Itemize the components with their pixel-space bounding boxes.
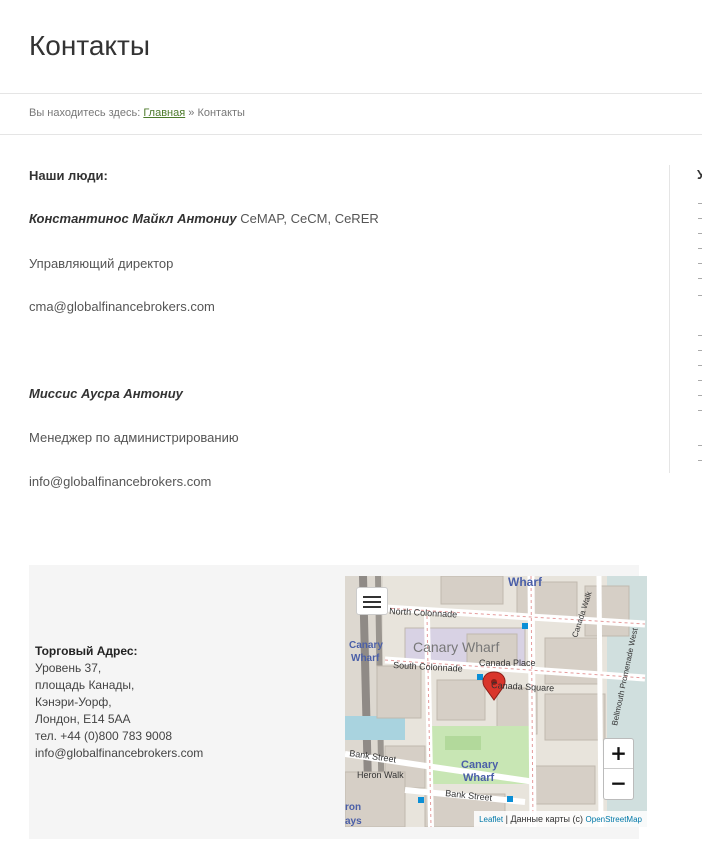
breadcrumb: Вы находитесь здесь: Главная » Контакты <box>0 94 702 135</box>
map-label: Wharf <box>351 653 380 664</box>
map-zoom-control: + − <box>603 738 634 800</box>
person1-name-line: Константинос Майкл Антониу CeMAP, CeCM, … <box>29 211 379 226</box>
openstreetmap-link[interactable]: OpenStreetMap <box>586 815 642 824</box>
address-email[interactable]: info@globalfinancebrokers.com <box>35 745 203 762</box>
breadcrumb-inner: Вы находитесь здесь: Главная » Контакты <box>29 107 245 119</box>
person1-credentials: CeMAP, CeCM, CeRER <box>240 211 379 226</box>
map-label: Canary <box>461 759 499 771</box>
person1-name: Константинос Майкл Антониу <box>29 211 237 226</box>
breadcrumb-separator: » <box>188 107 195 119</box>
menu-icon <box>363 606 381 608</box>
sidebar-list-marker <box>698 445 702 446</box>
menu-icon <box>363 596 381 598</box>
address-line: площадь Канады, <box>35 678 135 692</box>
map-label: Wharf <box>463 772 495 784</box>
map-label: ays <box>345 816 362 827</box>
address-title: Торговый Адрес: <box>35 644 138 658</box>
map-label: Canary Wharf <box>413 639 499 655</box>
sidebar-list-marker <box>698 365 702 366</box>
person2-name: Миссис Аусра Антониу <box>29 386 183 401</box>
sidebar-list-marker <box>698 410 702 411</box>
address-phone[interactable]: тел. +44 (0)800 783 9008 <box>35 728 203 745</box>
address-line: Кэнэри-Уорф, <box>35 695 112 709</box>
map-attribution: Leaflet | Данные карты (c) OpenStreetMap <box>474 811 647 827</box>
sidebar-list-marker <box>698 248 702 249</box>
breadcrumb-prefix: Вы находитесь здесь: <box>29 107 141 119</box>
page-header: Контакты <box>0 0 702 94</box>
trading-address: Торговый Адрес: Уровень 37, площадь Кана… <box>35 643 203 762</box>
person2-email[interactable]: info@globalfinancebrokers.com <box>29 474 211 489</box>
map-tiles: Wharf North Colonnade Canary Wharf Canar… <box>345 576 647 827</box>
sidebar-list-marker <box>698 278 702 279</box>
person1-email[interactable]: cma@globalfinancebrokers.com <box>29 299 215 314</box>
sidebar-list-marker <box>698 218 702 219</box>
address-line: Уровень 37, <box>35 661 102 675</box>
sidebar-list-marker <box>698 263 702 264</box>
map-label: Canary <box>349 640 383 651</box>
sidebar-list-marker <box>698 460 702 461</box>
leaflet-link[interactable]: Leaflet <box>479 815 503 824</box>
page-title: Контакты <box>29 30 150 61</box>
person2-role: Менеджер по администрированию <box>29 430 239 445</box>
sidebar-list-marker <box>698 380 702 381</box>
map-label: Wharf <box>508 576 543 589</box>
sidebar-list-marker <box>698 395 702 396</box>
sidebar-list-marker <box>698 350 702 351</box>
map-label: Heron Walk <box>357 770 404 780</box>
zoom-out-button[interactable]: − <box>604 769 633 799</box>
person1-role: Управляющий директор <box>29 256 174 271</box>
breadcrumb-home-link[interactable]: Главная <box>143 107 185 119</box>
map-label: Canada Place <box>479 658 536 668</box>
people-heading: Наши люди: <box>29 168 108 183</box>
sidebar-list-marker <box>698 295 702 296</box>
sidebar-heading-fragment: У <box>697 167 702 182</box>
address-line: Лондон, E14 5AA <box>35 712 131 726</box>
menu-icon <box>363 601 381 603</box>
map-layers-button[interactable] <box>356 587 388 615</box>
map[interactable]: Wharf North Colonnade Canary Wharf Canar… <box>345 576 647 827</box>
sidebar-list-marker <box>698 233 702 234</box>
sidebar-list-marker <box>698 335 702 336</box>
sidebar-list-marker <box>698 203 702 204</box>
breadcrumb-current: Контакты <box>197 107 245 119</box>
sidebar-divider <box>669 165 670 473</box>
person2-name-line: Миссис Аусра Антониу <box>29 386 183 401</box>
map-label: ron <box>345 802 361 813</box>
zoom-in-button[interactable]: + <box>604 739 633 769</box>
attribution-text: | Данные карты (c) <box>505 814 583 824</box>
